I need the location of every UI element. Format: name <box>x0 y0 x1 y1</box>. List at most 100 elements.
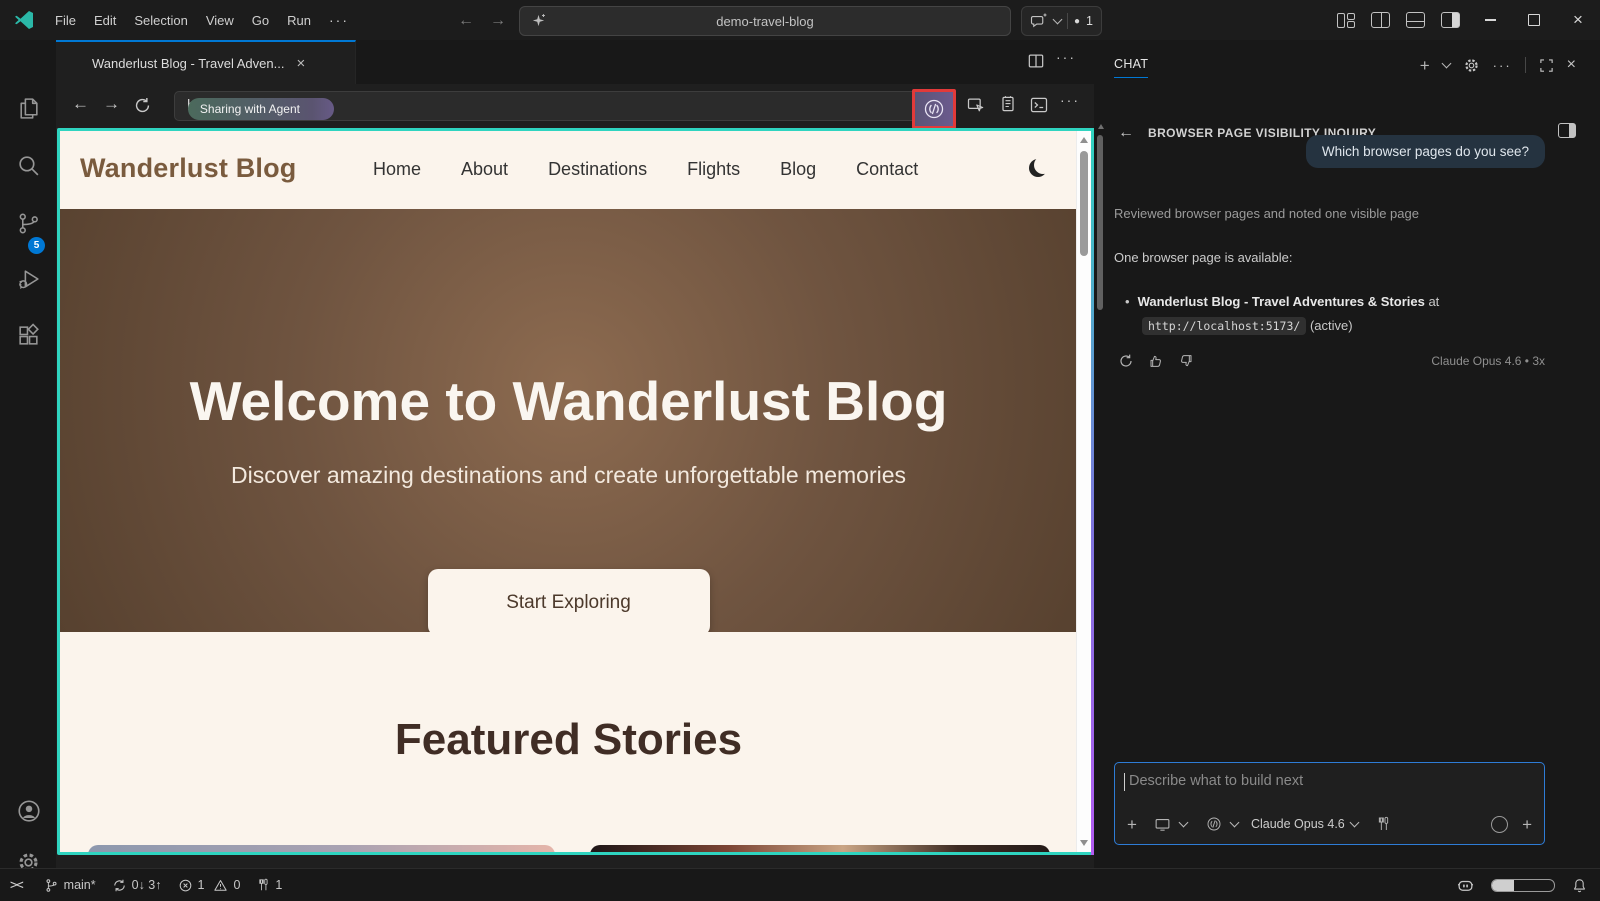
model-picker[interactable]: Claude Opus 4.6 <box>1251 817 1358 831</box>
menu-selection[interactable]: Selection <box>125 13 196 28</box>
problems-indicator[interactable]: 1 0 <box>178 878 241 893</box>
menu-go[interactable]: Go <box>243 13 278 28</box>
scrollbar-thumb[interactable] <box>1080 151 1088 256</box>
screen-share-icon[interactable] <box>1154 816 1171 833</box>
page-url-chip[interactable]: http://localhost:5173/ <box>1142 317 1306 335</box>
tools-icon[interactable] <box>1375 816 1391 832</box>
site-brand[interactable]: Wanderlust Blog <box>80 153 297 184</box>
new-chat-icon[interactable]: + <box>1420 57 1430 74</box>
chat-scrollbar-thumb[interactable] <box>1097 135 1103 310</box>
scroll-up-icon[interactable] <box>1080 137 1088 143</box>
start-exploring-button[interactable]: Start Exploring <box>428 569 710 636</box>
response-actions: Claude Opus 4.6 • 3x <box>1118 351 1545 371</box>
minimize-icon <box>1485 19 1496 20</box>
search-icon[interactable] <box>16 153 41 178</box>
extensions-icon[interactable] <box>16 323 41 348</box>
chat-scroll-up-icon[interactable] <box>1098 124 1104 129</box>
site-link-flights[interactable]: Flights <box>687 159 740 180</box>
git-branch-icon <box>44 878 59 893</box>
error-icon <box>178 878 193 893</box>
chat-sessions-button[interactable]: ● 1 <box>1021 6 1102 36</box>
window-minimize-button[interactable] <box>1468 0 1512 40</box>
open-external-browser-icon[interactable] <box>966 95 986 115</box>
tools-icon <box>256 878 270 892</box>
agent-share-highlight[interactable] <box>912 89 956 129</box>
scroll-down-icon[interactable] <box>1080 840 1088 846</box>
site-link-blog[interactable]: Blog <box>780 159 816 180</box>
window-close-button[interactable]: × <box>1556 0 1600 40</box>
new-chat-chevron-icon[interactable] <box>1441 59 1451 69</box>
toolbar-more-icon[interactable]: ··· <box>1060 92 1080 108</box>
browser-reload-icon[interactable] <box>133 96 152 115</box>
chat-input-field[interactable] <box>1127 772 1532 790</box>
model-name: Claude Opus 4.6 <box>1251 817 1345 831</box>
chat-settings-gear-icon[interactable] <box>1463 57 1480 74</box>
customize-layout-icon[interactable] <box>1337 13 1355 28</box>
console-icon[interactable] <box>1029 95 1049 115</box>
site-link-destinations[interactable]: Destinations <box>548 159 647 180</box>
attach-context-icon[interactable]: + <box>1127 816 1137 833</box>
branch-indicator[interactable]: main* <box>44 878 96 893</box>
chat-more-icon[interactable]: ··· <box>1493 58 1512 73</box>
chat-input-box[interactable]: + Claude Opus 4.6 + <box>1114 762 1545 845</box>
retry-icon[interactable] <box>1118 353 1134 369</box>
thumbs-up-icon[interactable] <box>1148 353 1164 369</box>
explorer-icon[interactable] <box>16 96 41 121</box>
toggle-secondary-sidebar-icon[interactable] <box>1441 12 1460 28</box>
site-link-contact[interactable]: Contact <box>856 159 918 180</box>
warning-icon <box>213 878 228 893</box>
close-chat-icon[interactable]: × <box>1567 56 1576 74</box>
tab-wanderlust-blog[interactable]: Wanderlust Blog - Travel Adven... × <box>56 40 356 84</box>
run-debug-icon[interactable] <box>16 267 41 292</box>
site-link-home[interactable]: Home <box>373 159 421 180</box>
hero-subtitle: Discover amazing destinations and create… <box>60 462 1077 489</box>
editor-actions-more-icon[interactable]: ··· <box>1056 49 1076 65</box>
featured-section: Featured Stories <box>60 632 1077 852</box>
agent-mode-icon[interactable] <box>1206 816 1222 832</box>
site-link-about[interactable]: About <box>461 159 508 180</box>
browser-forward-icon[interactable]: → <box>103 94 120 114</box>
send-icon[interactable]: + <box>1522 816 1532 833</box>
shared-browser-viewport: Wanderlust Blog Home About Destinations … <box>57 128 1094 855</box>
dark-mode-toggle-moon-icon[interactable] <box>1029 159 1047 177</box>
thumbs-down-icon[interactable] <box>1178 353 1194 369</box>
copilot-status-icon[interactable] <box>1456 876 1475 895</box>
agent-mode-chevron-icon[interactable] <box>1229 818 1239 828</box>
maximize-chat-icon[interactable] <box>1539 58 1554 73</box>
history-back-icon[interactable]: ← <box>455 12 477 30</box>
menu-edit[interactable]: Edit <box>85 13 125 28</box>
tool-count: 1 <box>275 878 282 892</box>
model-chevron-icon <box>1349 818 1359 828</box>
page-notes-icon[interactable] <box>998 94 1018 114</box>
menu-file[interactable]: File <box>46 13 85 28</box>
browser-back-icon[interactable]: ← <box>72 94 89 114</box>
account-icon[interactable] <box>16 798 42 824</box>
source-control-icon[interactable] <box>16 211 41 236</box>
history-forward-icon[interactable]: → <box>487 12 509 30</box>
open-in-editor-icon[interactable] <box>1558 123 1576 138</box>
command-center-search[interactable]: demo-travel-blog <box>519 6 1011 36</box>
split-editor-icon[interactable] <box>1026 51 1046 71</box>
tools-indicator[interactable]: 1 <box>256 878 282 892</box>
chat-panel-title[interactable]: CHAT <box>1114 57 1148 78</box>
chat-header: CHAT + ··· × <box>1114 54 1576 80</box>
menu-view[interactable]: View <box>197 13 243 28</box>
model-attribution: Claude Opus 4.6 • 3x <box>1431 354 1545 368</box>
voice-record-icon[interactable] <box>1491 816 1508 833</box>
menu-overflow-icon[interactable]: ··· <box>320 12 358 28</box>
split-editor-icon[interactable] <box>1371 12 1390 28</box>
sync-indicator[interactable]: 0↓ 3↑ <box>112 878 162 893</box>
tab-close-icon[interactable]: × <box>296 55 305 72</box>
warning-count: 0 <box>233 878 240 892</box>
screen-share-chevron-icon[interactable] <box>1178 818 1188 828</box>
statusbar-right <box>1456 876 1588 895</box>
thread-back-icon[interactable]: ← <box>1118 124 1134 142</box>
site-scrollbar[interactable] <box>1076 131 1091 852</box>
notifications-bell-icon[interactable] <box>1571 877 1588 894</box>
remote-indicator[interactable]: >< <box>10 878 22 893</box>
toggle-panel-icon[interactable] <box>1406 12 1425 28</box>
hero-title: Welcome to Wanderlust Blog <box>60 369 1077 433</box>
menu-run[interactable]: Run <box>278 13 320 28</box>
window-maximize-button[interactable] <box>1512 0 1556 40</box>
error-count: 1 <box>198 878 205 892</box>
